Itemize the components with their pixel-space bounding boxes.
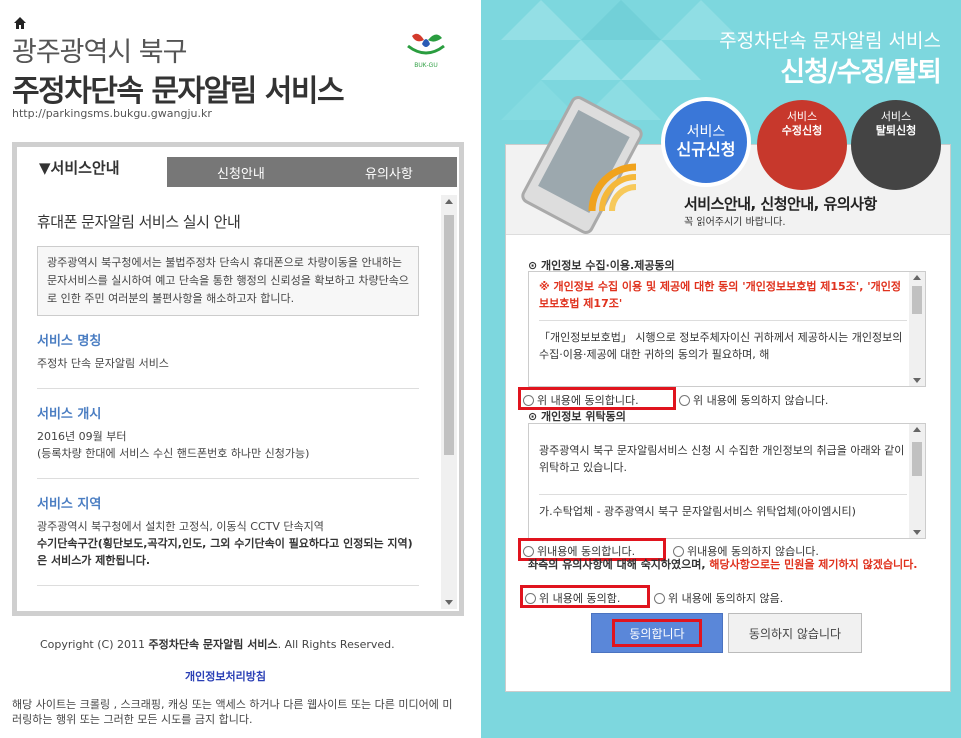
scroll-down-arrow-icon[interactable] [913, 378, 921, 383]
right-panel: 주정차단속 문자알림 서비스 신청/수정/탈퇴 서비스안내, 신청안내, 유의사… [481, 0, 961, 738]
radio-button[interactable] [523, 395, 534, 406]
section-heading: 서비스 지역 [37, 497, 102, 512]
disagree-button[interactable]: 동의하지 않습니다 [728, 613, 862, 653]
textbox-scrollbar[interactable] [909, 272, 925, 386]
section-heading: 서비스 명칭 [37, 334, 102, 349]
radio-button[interactable] [673, 546, 684, 557]
right-title-service: 주정차단속 문자알림 서비스 [719, 30, 941, 52]
scroll-thumb[interactable] [912, 442, 922, 476]
section-text: 주정차 단속 문자알림 서비스 [37, 357, 169, 370]
signal-icon [588, 163, 637, 212]
radio-button[interactable] [654, 593, 665, 604]
withdraw-application-button[interactable]: 서비스 탈퇴신청 [851, 100, 941, 190]
tab-content-scrollbar[interactable] [441, 195, 457, 609]
scroll-up-arrow-icon[interactable] [913, 427, 921, 432]
scroll-thumb[interactable] [912, 286, 922, 314]
right-title-actions: 신청/수정/탈퇴 [780, 57, 942, 88]
textbox-scrollbar[interactable] [909, 424, 925, 538]
privacy-policy-link[interactable]: 개인정보처리방침 [185, 668, 266, 684]
radio-agree-collection[interactable]: 위 내용에 동의합니다. [523, 392, 639, 408]
privacy-consignment-textbox[interactable]: 광주광역시 북구 문자알림서비스 신청 시 수집한 개인정보의 취급을 아래와 … [528, 423, 926, 539]
section-service-start: 서비스 개시 2016년 09월 부터 (등록차량 한대에 서비스 수신 핸드폰… [37, 389, 419, 479]
bukgu-logo: BUK-GU [407, 33, 445, 69]
radio-button[interactable] [525, 593, 536, 604]
section-bold-text: 수기단속구간(횡단보도,곡각지,인도, 그외 수기단속이 필요하다고 인정되는 … [37, 537, 413, 567]
scroll-thumb[interactable] [444, 215, 454, 455]
info-tab-box: ▼서비스안내 신청안내 유의사항 휴대폰 문자알림 서비스 실시 안내 광주광역… [12, 142, 464, 616]
new-application-button[interactable]: 서비스 신규신청 [661, 97, 751, 187]
tab-service-info[interactable]: ▼서비스안내 [17, 147, 163, 189]
radio-button[interactable] [679, 395, 690, 406]
application-card: 서비스안내, 신청안내, 유의사항 꼭 읽어주시기 바랍니다. ⊙ 개인정보 수… [505, 93, 951, 692]
notes-acknowledgement: 좌측의 유의사항에 대해 숙지하였으며, 해당사항으로는 민원을 제기하지 않겠… [528, 558, 918, 571]
scroll-up-arrow-icon[interactable] [913, 275, 921, 280]
section-text: 광주광역시 북구청에서 설치한 고정식, 이동식 CCTV 단속지역 [37, 520, 324, 533]
scroll-down-arrow-icon[interactable] [445, 600, 453, 605]
radio-agree-notes[interactable]: 위 내용에 동의함. [525, 590, 620, 606]
section-heading: 서비스 개시 [37, 407, 102, 422]
section-text: 2016년 09월 부터 (등록차량 한대에 서비스 수신 핸드폰번호 하나만 … [37, 430, 310, 460]
tab-content: 휴대폰 문자알림 서비스 실시 안내 광주광역시 북구청에서는 불법주정차 단속… [17, 189, 443, 609]
card-heading: 서비스안내, 신청안내, 유의사항 [684, 195, 877, 213]
scroll-up-arrow-icon[interactable] [445, 199, 453, 204]
site-title-region: 광주광역시 북구 [12, 37, 187, 68]
site-url: http://parkingsms.bukgu.gwangju.kr [12, 107, 212, 120]
section-service-area: 서비스 지역 광주광역시 북구청에서 설치한 고정식, 이동식 CCTV 단속지… [37, 479, 419, 586]
radio-button[interactable] [523, 546, 534, 557]
section-service-name: 서비스 명칭 주정차 단속 문자알림 서비스 [37, 316, 419, 389]
radio-disagree-collection[interactable]: 위 내용에 동의하지 않습니다. [679, 392, 828, 408]
scroll-down-arrow-icon[interactable] [913, 530, 921, 535]
card-subheading: 꼭 읽어주시기 바랍니다. [684, 217, 786, 228]
tab-notes[interactable]: 유의사항 [365, 163, 413, 182]
radio-disagree-notes[interactable]: 위 내용에 동의하지 않음. [654, 590, 783, 606]
edit-application-button[interactable]: 서비스 수정신청 [757, 100, 847, 190]
tab-apply-info[interactable]: 신청안내 [217, 163, 265, 182]
notice-box: 광주광역시 북구청에서는 불법주정차 단속시 휴대폰으로 차량이동을 안내하는 … [37, 246, 419, 316]
notice-title: 휴대폰 문자알림 서비스 실시 안내 [37, 213, 241, 231]
tab-bar: ▼서비스안내 신청안내 유의사항 [17, 147, 459, 189]
left-panel: 광주광역시 북구 주정차단속 문자알림 서비스 http://parkingsm… [0, 0, 481, 738]
home-icon[interactable] [13, 16, 27, 30]
copyright: Copyright (C) 2011 주정차단속 문자알림 서비스. All R… [40, 638, 395, 651]
section-privacy-consignment-title: ⊙ 개인정보 위탁동의 [528, 410, 626, 423]
highlight-box [612, 619, 702, 647]
footer-note: 해당 사이트는 크롤링 , 스크래핑, 캐싱 또는 액세스 하거나 다른 웹사이… [12, 698, 453, 726]
svg-text:BUK-GU: BUK-GU [414, 63, 437, 69]
privacy-collection-textbox[interactable]: ※ 개인정보 수집 이용 및 제공에 대한 동의 '개인정보보호법 제15조',… [528, 271, 926, 387]
site-title-service: 주정차단속 문자알림 서비스 [12, 74, 345, 109]
